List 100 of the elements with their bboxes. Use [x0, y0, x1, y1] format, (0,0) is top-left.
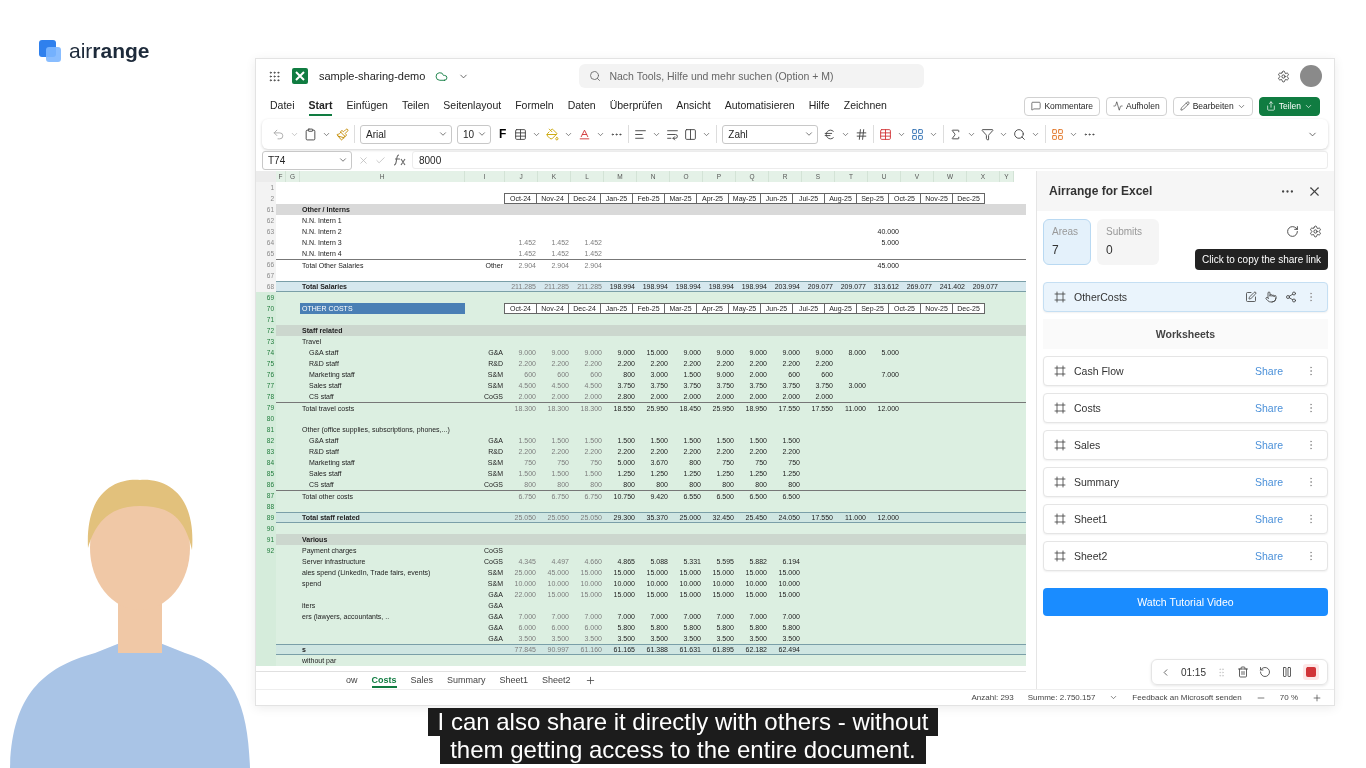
menu-tab[interactable]: Datei — [270, 96, 295, 116]
button-icon[interactable] — [1031, 101, 1042, 111]
panel-title: Airrange for Excel — [1049, 184, 1153, 198]
worksheet-item[interactable]: Sales Share — [1043, 430, 1328, 460]
search-field[interactable]: Nach Tools, Hilfe und mehr suchen (Option + M) — [579, 64, 925, 88]
status-sum: Summe: 2.750.157 — [1027, 693, 1096, 702]
sheet-tab[interactable]: ow — [346, 673, 358, 688]
stat-tile[interactable]: Areas 7 — [1043, 219, 1091, 265]
share-link[interactable]: Share — [1254, 476, 1283, 488]
sheet-tab[interactable]: Costs — [371, 673, 397, 688]
menu-tab[interactable]: Daten — [567, 96, 596, 116]
toolbar-button[interactable]: Kommentare — [1024, 96, 1101, 116]
share-link[interactable]: Share — [1254, 365, 1283, 377]
section-heading: Worksheets — [1043, 319, 1328, 349]
sheet-tab[interactable]: Sales — [410, 673, 434, 688]
settings-icon[interactable] — [1277, 69, 1290, 83]
stop-button[interactable] — [1303, 664, 1319, 680]
table-icon[interactable] — [879, 127, 893, 141]
borders-icon[interactable] — [514, 127, 528, 141]
tooltip: Click to copy the share link — [1195, 249, 1328, 270]
button-icon[interactable] — [1179, 101, 1190, 111]
number-format-dropdown[interactable]: Zahl — [722, 124, 819, 144]
feedback-link[interactable]: Feedback an Microsoft senden — [1132, 693, 1242, 702]
chevron-down-icon[interactable] — [438, 129, 448, 139]
settings-icon[interactable] — [1309, 225, 1322, 238]
frame-icon — [1054, 513, 1066, 525]
frame-icon — [1054, 291, 1066, 303]
menu-tab[interactable]: Formeln — [515, 96, 554, 116]
document-title[interactable]: sample-sharing-demo — [319, 70, 426, 82]
button-icon[interactable] — [1113, 101, 1124, 111]
frame-icon — [1054, 439, 1066, 451]
edit-icon[interactable] — [1245, 291, 1257, 303]
menu-tab[interactable]: Einfügen — [346, 96, 388, 116]
menu-tab[interactable]: Teilen — [401, 96, 430, 116]
menu-tab[interactable]: Hilfe — [808, 96, 830, 116]
share-link[interactable]: Share — [1254, 402, 1283, 414]
refresh-icon[interactable] — [1286, 225, 1299, 238]
align-icon[interactable] — [634, 127, 648, 141]
worksheet-item[interactable]: Sheet2 Share — [1043, 541, 1328, 571]
menu-tab[interactable]: Ansicht — [676, 96, 711, 116]
chevron-down-icon[interactable] — [338, 155, 348, 165]
pause-icon[interactable] — [1281, 666, 1293, 678]
grid-icon[interactable] — [1051, 127, 1065, 141]
number-icon[interactable] — [855, 127, 869, 141]
stat-tile[interactable]: Submits 0 — [1097, 219, 1159, 265]
formula-field[interactable]: 8000 — [412, 151, 1328, 169]
search-icon[interactable] — [1013, 127, 1027, 141]
clipboard-icon[interactable] — [304, 127, 317, 141]
wrap-text-icon[interactable] — [666, 127, 680, 141]
menu-tab[interactable]: Zeichnen — [843, 96, 887, 116]
menu-tab[interactable]: Automatisieren — [724, 96, 795, 116]
share-icon[interactable] — [1285, 291, 1297, 303]
bold-button[interactable]: F — [496, 127, 510, 141]
check-icon[interactable] — [375, 154, 386, 166]
worksheet-item[interactable]: Costs Share — [1043, 393, 1328, 423]
avatar-icon[interactable] — [1300, 65, 1322, 87]
frame-icon — [1054, 402, 1066, 414]
share-link[interactable]: Share — [1254, 550, 1283, 562]
fill-color-icon[interactable] — [546, 127, 560, 141]
frame-icon — [1054, 365, 1066, 377]
brush-icon[interactable] — [336, 127, 349, 141]
zoom-in-icon[interactable] — [1312, 692, 1322, 703]
share-link[interactable]: Share — [1254, 439, 1283, 451]
toolbar-button[interactable]: Bearbeiten — [1172, 96, 1253, 116]
cancel-icon[interactable] — [358, 154, 369, 166]
share-link[interactable]: Share — [1254, 513, 1283, 525]
grip-icon[interactable] — [1216, 666, 1227, 678]
undo-icon[interactable] — [272, 127, 285, 141]
add-sheet-icon[interactable] — [584, 675, 596, 686]
toolbar-button[interactable]: Aufholen — [1106, 96, 1167, 116]
sheet-tab[interactable]: Sheet1 — [499, 673, 529, 688]
area-item[interactable]: OtherCosts — [1043, 282, 1328, 312]
function-icon[interactable] — [392, 154, 406, 166]
currency-icon[interactable] — [823, 127, 837, 141]
app-launcher-icon[interactable] — [268, 69, 281, 83]
merge-icon[interactable] — [684, 127, 698, 141]
worksheet-item[interactable]: Cash Flow Share — [1043, 356, 1328, 386]
spreadsheet-logo-icon[interactable] — [291, 67, 309, 85]
hand-cursor-icon — [1265, 291, 1277, 303]
font-dropdown[interactable]: Arial — [360, 124, 452, 144]
trash-icon[interactable] — [1237, 666, 1249, 678]
chevron-down-icon[interactable] — [477, 129, 487, 139]
worksheet-item[interactable]: Summary Share — [1043, 467, 1328, 497]
cloud-icon[interactable] — [435, 69, 449, 83]
restart-icon[interactable] — [1259, 666, 1271, 678]
menu-tab[interactable]: Start — [308, 96, 333, 116]
sheet-tab[interactable]: Sheet2 — [542, 673, 571, 688]
toolbar-button[interactable]: Teilen — [1258, 96, 1320, 116]
chevron-down-icon[interactable] — [1109, 693, 1119, 702]
sheet-tab[interactable]: Summary — [447, 673, 486, 688]
filter-icon[interactable] — [981, 127, 995, 141]
font-color-icon[interactable] — [578, 127, 592, 141]
name-box[interactable]: T74 — [262, 150, 352, 170]
worksheet-item[interactable]: Sheet1 Share — [1043, 504, 1328, 534]
font-size-dropdown[interactable]: 10 — [457, 124, 491, 144]
chevron-down-icon[interactable] — [804, 129, 815, 139]
button-icon[interactable] — [1265, 101, 1276, 111]
menu-tab[interactable]: Überprüfen — [609, 96, 663, 116]
grid-icon[interactable] — [911, 127, 925, 141]
menu-tab[interactable]: Seitenlayout — [443, 96, 502, 116]
